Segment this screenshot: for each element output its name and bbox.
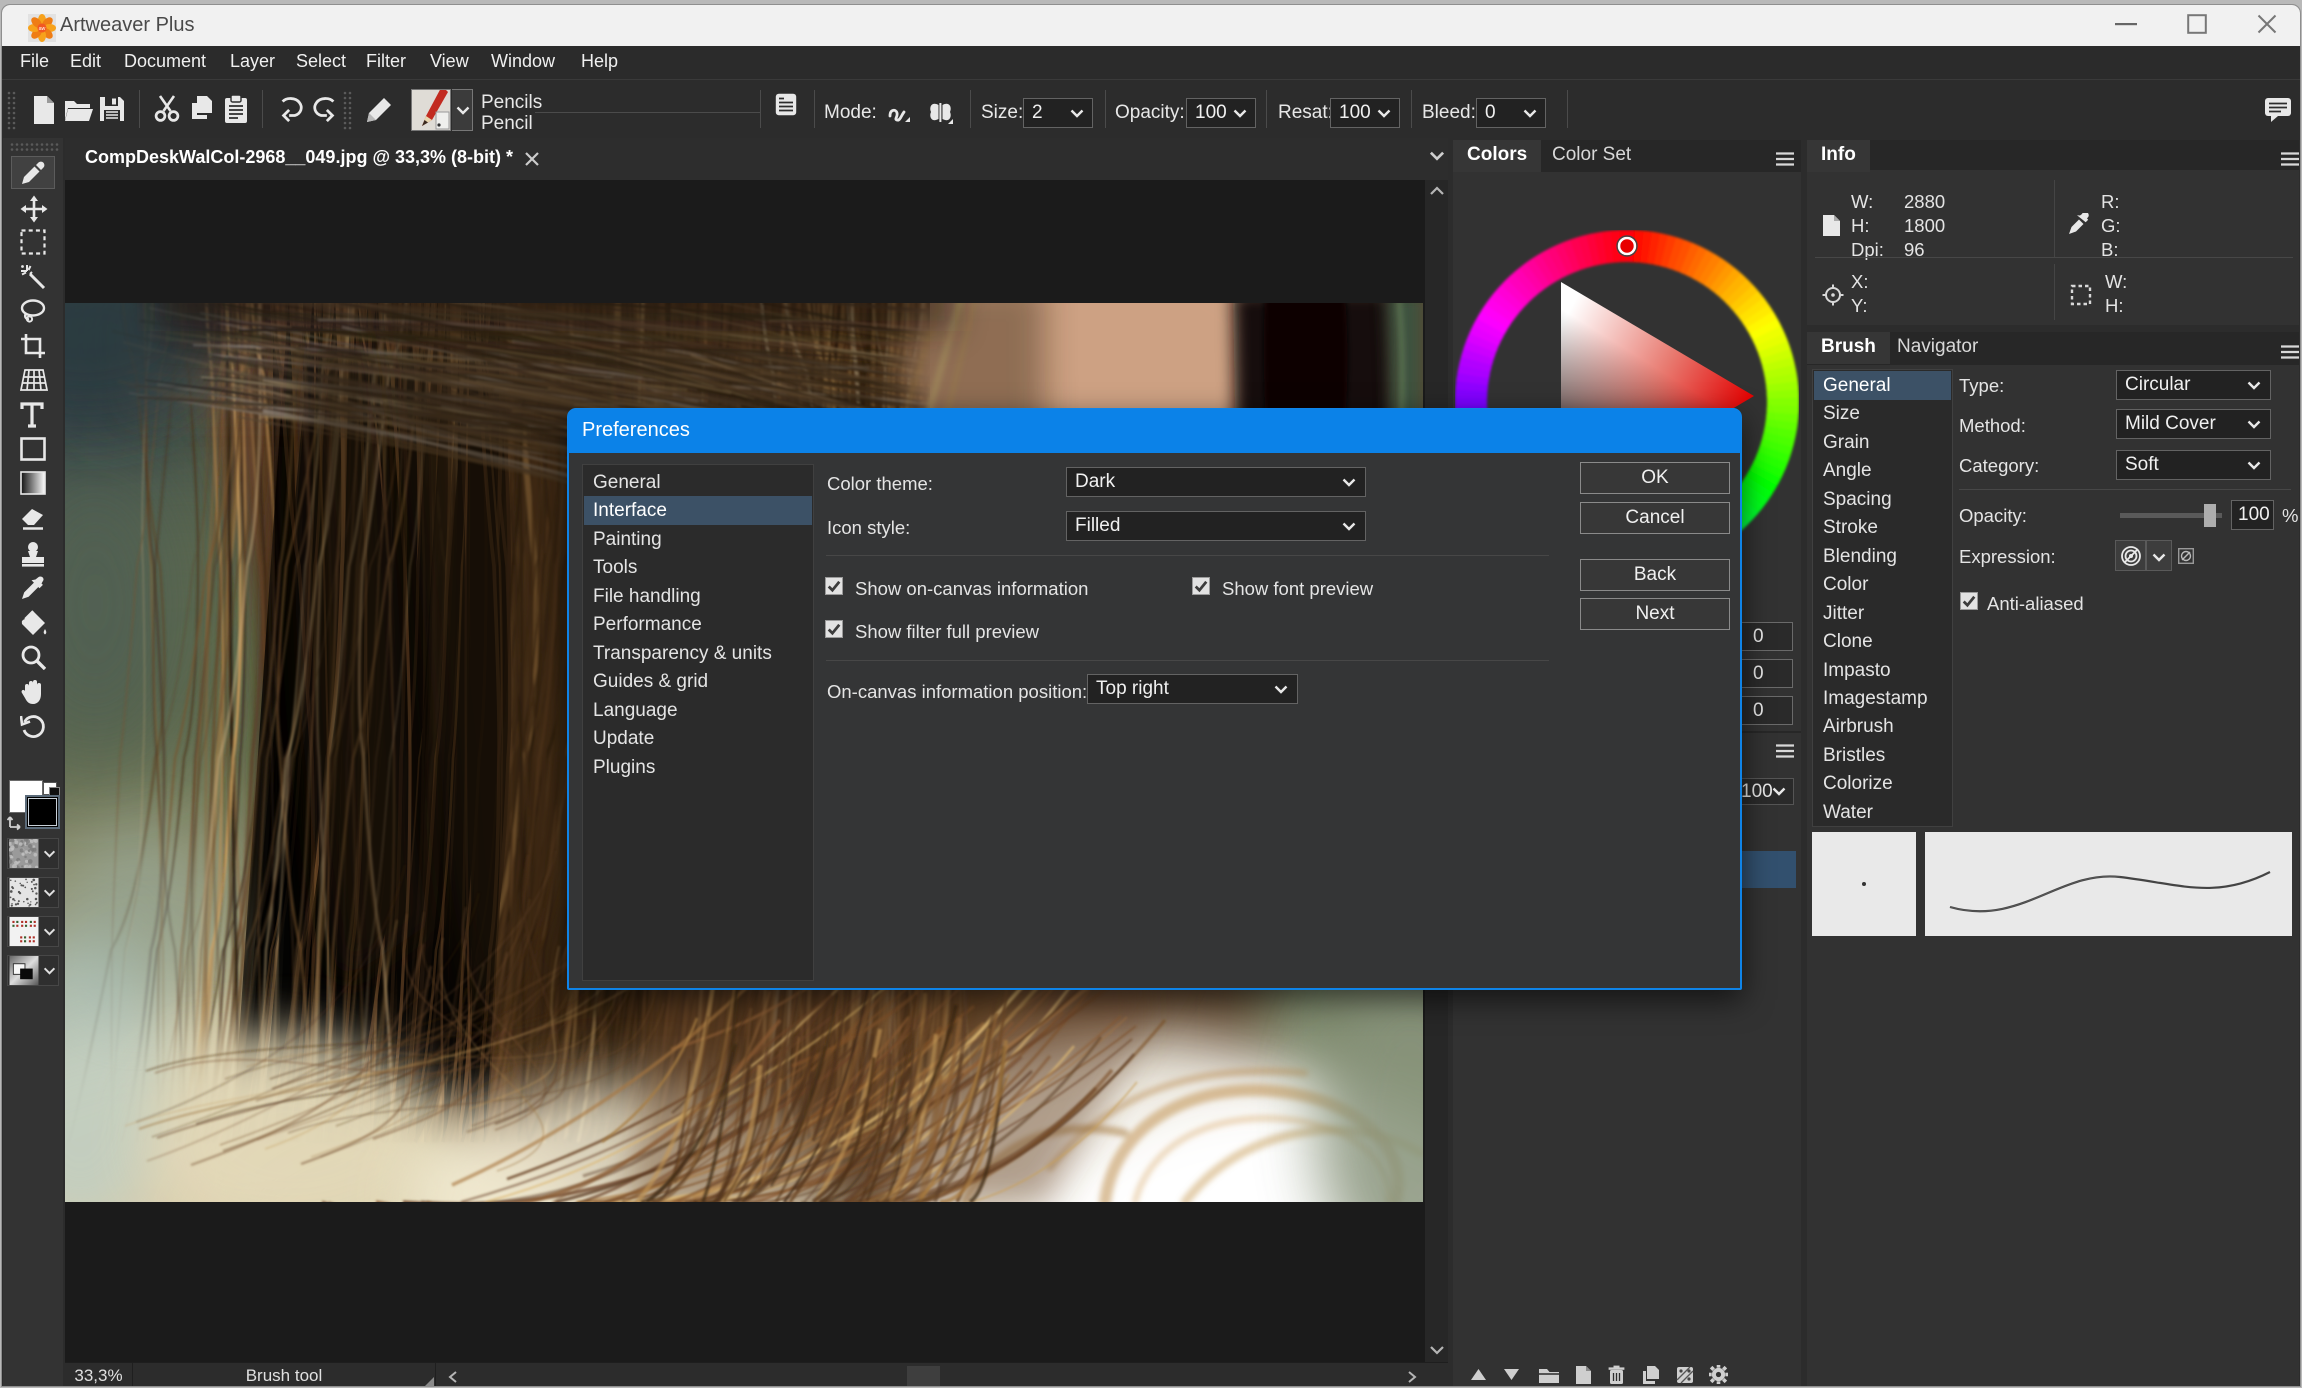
svg-text:aw: aw (39, 26, 46, 32)
